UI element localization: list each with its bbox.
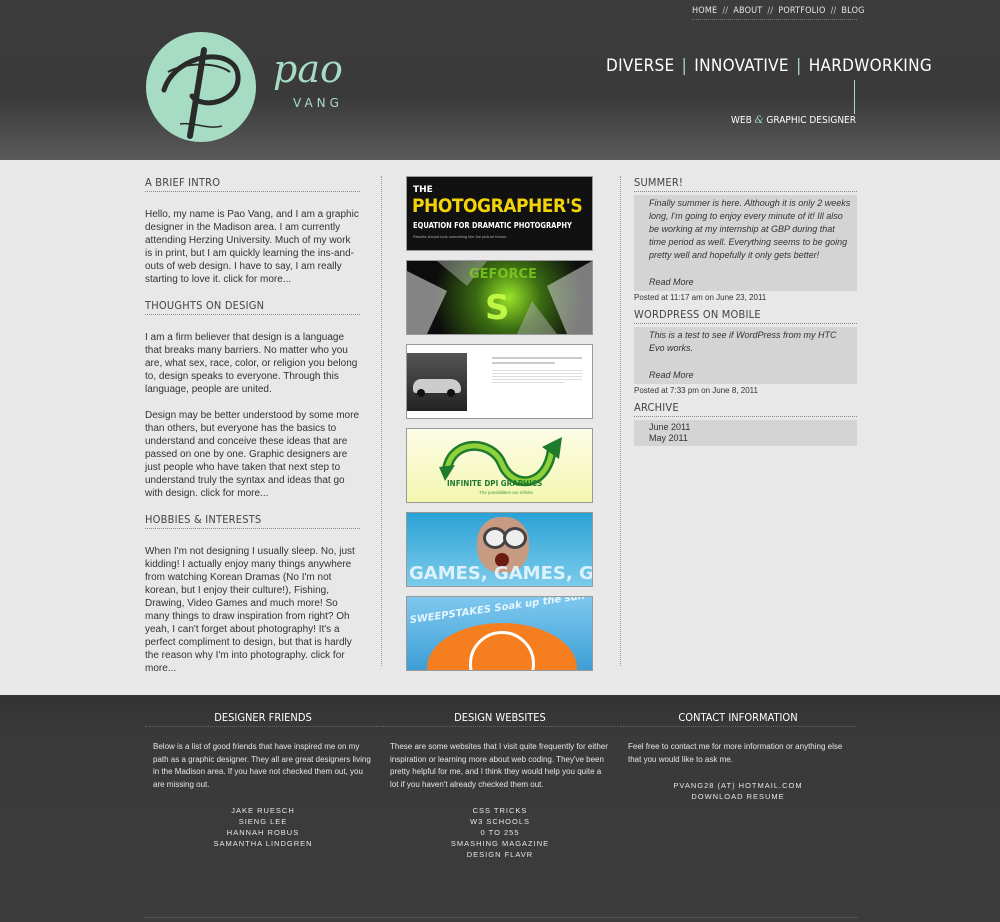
portfolio-thumb-games[interactable]: GAMES, GAMES, GAMES <box>406 512 593 587</box>
logo-mark[interactable] <box>146 32 256 142</box>
footer-divider <box>145 917 857 918</box>
sun-circle <box>427 623 577 670</box>
footer-title: CONTACT INFORMATION <box>620 711 856 727</box>
post-date: Posted at 7:33 pm on June 8, 2011 <box>634 386 758 395</box>
portfolio-thumb-sweepstakes[interactable]: SWEEPSTAKES Soak up the sun <box>406 596 593 671</box>
site-footer: DESIGNER FRIENDS Below is a list of good… <box>0 695 1000 922</box>
thumb-text: Results should look something like the p… <box>413 234 507 239</box>
section-title-archive: ARCHIVE <box>634 401 857 417</box>
portfolio-thumb-photographers-equation[interactable]: THE PHOTOGRAPHER'S EQUATION FOR DRAMATIC… <box>406 176 593 251</box>
hobbies-text[interactable]: When I'm not designing I usually sleep. … <box>145 545 360 675</box>
footer-contact: CONTACT INFORMATION Feel free to contact… <box>620 711 856 802</box>
archive-list: June 2011 May 2011 <box>634 420 857 446</box>
thoughts-paragraph-1: I am a firm believer that design is a la… <box>145 332 358 395</box>
footer-friends: DESIGNER FRIENDS Below is a list of good… <box>145 711 381 849</box>
thumb-text: INFINITE DPI GRAPHICS <box>447 479 543 488</box>
post-text: This is a test to see if WordPress from … <box>649 330 837 353</box>
post-excerpt: This is a test to see if WordPress from … <box>634 327 857 384</box>
portfolio-thumb-infinite-dpi[interactable]: INFINITE DPI GRAPHICS The possibilities … <box>406 428 593 503</box>
subtitle-right: GRAPHIC DESIGNER <box>766 115 856 126</box>
section-title-thoughts: THOUGHTS ON DESIGN <box>145 299 360 315</box>
nav-blog-link[interactable]: BLOG <box>841 6 864 16</box>
tagline: DIVERSE | INNOVATIVE | HARDWORKING <box>606 56 932 76</box>
download-resume-link[interactable]: DOWNLOAD RESUME <box>620 791 856 802</box>
thoughts-paragraph-2[interactable]: Design may be better understood by some … <box>145 409 360 500</box>
footer-text: These are some websites that I visit qui… <box>390 742 608 789</box>
website-link[interactable]: SMASHING MAGAZINE <box>382 838 618 849</box>
archive-link[interactable]: June 2011 <box>649 422 842 433</box>
thumb-text: GAMES, GAMES, GAMES <box>409 563 593 584</box>
thumb-text: EQUATION FOR DRAMATIC PHOTOGRAPHY <box>413 221 572 230</box>
post-date: Posted at 11:17 am on June 23, 2011 <box>634 293 767 302</box>
email-link[interactable]: PVANG28 (AT) HOTMAIL.COM <box>620 780 856 791</box>
subtitle-amp: & <box>754 115 764 126</box>
footer-title: DESIGNER FRIENDS <box>145 711 381 727</box>
read-more-link[interactable]: Read More <box>649 369 851 382</box>
websites-list: CSS TRICKS W3 SCHOOLS 0 TO 255 SMASHING … <box>382 805 618 860</box>
blog-sidebar: SUMMER! Finally summer is here. Although… <box>634 176 857 446</box>
archive-link[interactable]: May 2011 <box>649 433 842 444</box>
website-link[interactable]: CSS TRICKS <box>382 805 618 816</box>
tagline-bar: | <box>796 56 802 76</box>
thumb-text: PHOTOGRAPHER'S <box>412 195 583 217</box>
logo-p-glyph-icon <box>161 47 241 139</box>
accent-divider <box>854 80 855 114</box>
thumb-text: THE <box>413 185 433 195</box>
friend-link[interactable]: HANNAH ROBUS <box>145 827 381 838</box>
post-title-summer[interactable]: SUMMER! <box>634 176 857 192</box>
top-nav: HOME // ABOUT // PORTFOLIO // BLOG <box>692 6 864 20</box>
thumb-text: The possibilities are infinite <box>479 490 534 495</box>
thumb-text: SWEEPSTAKES Soak up the sun <box>409 596 586 627</box>
nav-separator: // <box>722 6 729 16</box>
friend-link[interactable]: SAMANTHA LINDGREN <box>145 838 381 849</box>
column-divider <box>381 176 382 666</box>
nav-about-link[interactable]: ABOUT <box>733 6 762 16</box>
section-title-hobbies: HOBBIES & INTERESTS <box>145 513 360 529</box>
brand-first-name[interactable]: pao <box>273 50 343 88</box>
car-photo <box>407 353 467 411</box>
tagline-word: INNOVATIVE <box>694 56 789 76</box>
subtitle-left: WEB <box>731 115 752 126</box>
brochure-text-block <box>492 357 582 385</box>
tagline-word: HARDWORKING <box>808 56 932 76</box>
friend-link[interactable]: JAKE RUESCH <box>145 805 381 816</box>
contact-list: PVANG28 (AT) HOTMAIL.COM DOWNLOAD RESUME <box>620 780 856 802</box>
tagline-bar: | <box>681 56 688 76</box>
column-divider <box>620 176 621 666</box>
nav-separator: // <box>830 6 837 16</box>
portfolio-thumb-car-brochure[interactable] <box>406 344 593 419</box>
brand-last-name: VANG <box>293 96 343 110</box>
nav-separator: // <box>767 6 774 16</box>
friend-link[interactable]: SIENG LEE <box>145 816 381 827</box>
friends-list: JAKE RUESCH SIENG LEE HANNAH ROBUS SAMAN… <box>145 805 381 849</box>
post-text: Finally summer is here. Although it is o… <box>649 198 851 260</box>
nav-portfolio-link[interactable]: PORTFOLIO <box>778 6 825 16</box>
tagline-word: DIVERSE <box>606 56 675 76</box>
footer-websites: DESIGN WEBSITES These are some websites … <box>382 711 618 860</box>
read-more-link[interactable]: Read More <box>649 276 851 289</box>
subtitle: WEB & GRAPHIC DESIGNER <box>700 115 856 126</box>
website-link[interactable]: W3 SCHOOLS <box>382 816 618 827</box>
portfolio-thumbnails: THE PHOTOGRAPHER'S EQUATION FOR DRAMATIC… <box>406 176 594 680</box>
post-title-wordpress[interactable]: WORDPRESS ON MOBILE <box>634 308 857 324</box>
thumb-text: GEFORCE <box>469 267 537 282</box>
website-link[interactable]: 0 TO 255 <box>382 827 618 838</box>
left-column: A BRIEF INTRO Hello, my name is Pao Vang… <box>145 176 360 688</box>
intro-text[interactable]: Hello, my name is Pao Vang, and I am a g… <box>145 208 360 286</box>
website-link[interactable]: DESIGN FLAVR <box>382 849 618 860</box>
main-content: A BRIEF INTRO Hello, my name is Pao Vang… <box>0 160 1000 695</box>
svg-text:S: S <box>485 288 510 328</box>
site-header: HOME // ABOUT // PORTFOLIO // BLOG pao VANG DI… <box>0 0 1000 160</box>
section-title-intro: A BRIEF INTRO <box>145 176 360 192</box>
post-excerpt: Finally summer is here. Although it is o… <box>634 195 857 291</box>
portfolio-thumb-geforce[interactable]: S GEFORCE <box>406 260 593 335</box>
footer-text: Below is a list of good friends that hav… <box>153 742 371 789</box>
footer-title: DESIGN WEBSITES <box>382 711 618 727</box>
footer-text: Feel free to contact me for more informa… <box>628 742 843 764</box>
nav-home-link[interactable]: HOME <box>692 6 717 16</box>
